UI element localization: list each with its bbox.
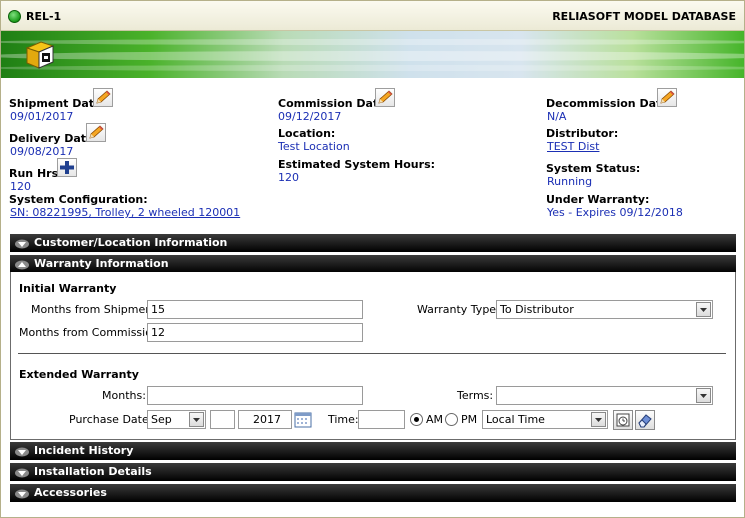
chevron-down-icon (696, 302, 711, 317)
section-title: Warranty Information (34, 257, 169, 270)
edit-delivery-date-button[interactable] (86, 123, 106, 142)
chevron-down-icon (15, 447, 29, 457)
months-from-shipment-input[interactable]: 15 (147, 300, 363, 319)
calendar-button[interactable] (294, 411, 312, 429)
warranty-type-value: To Distributor (500, 303, 574, 316)
purchase-month-value: Sep (151, 413, 172, 426)
chevron-down-icon (15, 468, 29, 478)
warranty-type-label: Warranty Type: (417, 303, 500, 316)
add-run-hrs-button[interactable] (57, 158, 77, 177)
system-status-value: Running (547, 175, 593, 188)
am-label: AM (426, 413, 444, 426)
pencil-icon (89, 125, 104, 139)
terms-label: Terms: (457, 389, 494, 402)
initial-warranty-heading: Initial Warranty (19, 282, 117, 295)
run-hrs-value: 120 (10, 180, 31, 193)
months-label: Months: (102, 389, 146, 402)
main-window: REL-1 RELIASOFT MODEL DATABASE Shipment … (0, 0, 745, 518)
purchase-day-input[interactable] (210, 410, 235, 429)
delivery-date-label: Delivery Date: (9, 132, 98, 145)
commission-date-label: Commission Date: (278, 97, 391, 110)
section-installation-details[interactable]: Installation Details (10, 463, 736, 481)
am-radio[interactable] (410, 413, 423, 426)
set-current-time-button[interactable] (613, 410, 633, 430)
commission-date-value: 09/12/2017 (278, 110, 342, 123)
chevron-up-icon (15, 260, 29, 270)
decommission-date-value: N/A (547, 110, 567, 123)
run-hrs-label: Run Hrs: (9, 167, 63, 180)
shipment-date-label: Shipment Date: (9, 97, 106, 110)
months-from-commission-label: Months from Commission: (19, 326, 163, 339)
app-logo-icon (25, 41, 55, 69)
header-banner (1, 31, 744, 78)
system-configuration-link[interactable]: SN: 08221995, Trolley, 2 wheeled 120001 (10, 206, 240, 219)
app-title: RELIASOFT MODEL DATABASE (552, 10, 736, 23)
distributor-label: Distributor: (546, 127, 619, 140)
estimated-system-hours-value: 120 (278, 171, 299, 184)
status-dot-icon (8, 10, 21, 23)
warranty-type-select[interactable]: To Distributor (496, 300, 713, 319)
edit-shipment-date-button[interactable] (93, 88, 113, 107)
purchase-date-label: Purchase Date: (69, 413, 153, 426)
section-title: Incident History (34, 444, 134, 457)
plus-icon (60, 161, 74, 174)
months-from-commission-input[interactable]: 12 (147, 323, 363, 342)
under-warranty-label: Under Warranty: (546, 193, 650, 206)
system-status-label: System Status: (546, 162, 641, 175)
section-title: Customer/Location Information (34, 236, 228, 249)
under-warranty-value: Yes - Expires 09/12/2018 (547, 206, 683, 219)
section-title: Installation Details (34, 465, 152, 478)
pm-radio[interactable] (445, 413, 458, 426)
distributor-link[interactable]: TEST Dist (547, 140, 599, 153)
extended-warranty-heading: Extended Warranty (19, 368, 139, 381)
chevron-down-icon (591, 412, 606, 427)
edit-decommission-date-button[interactable] (657, 88, 677, 107)
chevron-down-icon (15, 489, 29, 499)
pencil-icon (96, 90, 111, 104)
pencil-icon (378, 90, 393, 104)
title-bar: REL-1 RELIASOFT MODEL DATABASE (1, 1, 744, 31)
timezone-select[interactable]: Local Time (482, 410, 608, 429)
timezone-value: Local Time (486, 413, 545, 426)
purchase-year-input[interactable]: 2017 (238, 410, 292, 429)
purchase-month-select[interactable]: Sep (147, 410, 206, 429)
location-label: Location: (278, 127, 336, 140)
section-accessories[interactable]: Accessories (10, 484, 736, 502)
estimated-system-hours-label: Estimated System Hours: (278, 158, 436, 171)
section-title: Accessories (34, 486, 107, 499)
chevron-down-icon (15, 239, 29, 249)
pm-label: PM (461, 413, 478, 426)
system-configuration-label: System Configuration: (9, 193, 148, 206)
shipment-date-value: 09/01/2017 (10, 110, 74, 123)
section-customer-location[interactable]: Customer/Location Information (10, 234, 736, 252)
months-input[interactable] (147, 386, 363, 405)
section-divider (18, 353, 726, 354)
chevron-down-icon (696, 388, 711, 403)
time-label: Time: (328, 413, 359, 426)
clock-icon (616, 413, 630, 427)
months-from-shipment-label: Months from Shipment: (31, 303, 161, 316)
location-value: Test Location (278, 140, 350, 153)
eraser-icon (638, 414, 652, 428)
section-warranty[interactable]: Warranty Information (10, 255, 736, 273)
chevron-down-icon (189, 412, 204, 427)
calendar-icon (294, 412, 312, 428)
time-input[interactable] (358, 410, 405, 429)
record-id: REL-1 (26, 10, 62, 23)
clear-date-button[interactable] (635, 410, 655, 430)
delivery-date-value: 09/08/2017 (10, 145, 74, 158)
section-incident-history[interactable]: Incident History (10, 442, 736, 460)
pencil-icon (660, 90, 675, 104)
edit-commission-date-button[interactable] (375, 88, 395, 107)
terms-select[interactable] (496, 386, 713, 405)
decommission-date-label: Decommission Date: (546, 97, 674, 110)
